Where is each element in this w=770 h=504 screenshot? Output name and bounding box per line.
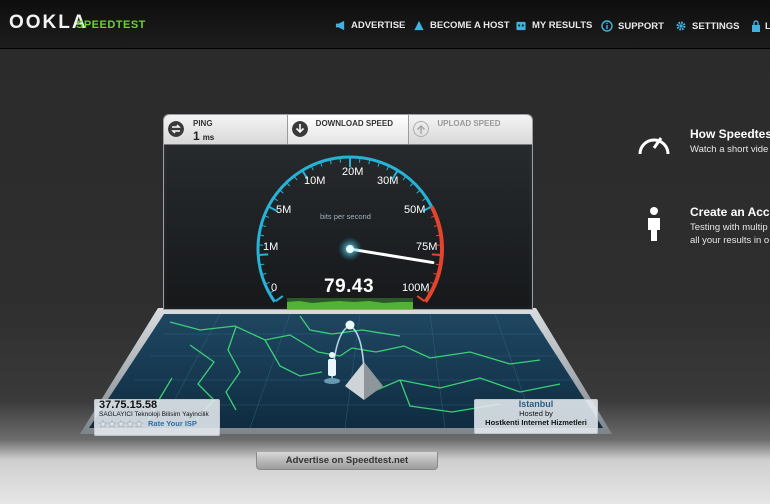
dial-tick — [435, 263, 440, 266]
dial-tick — [259, 234, 265, 237]
dial-tick — [435, 234, 441, 237]
client-isp: SAGLAYICI Teknoloji Bilisim Yayincilik — [99, 411, 209, 418]
connection-pulse — [345, 320, 355, 330]
server-host-name: Hostkenti Internet Hizmetleri — [485, 418, 587, 427]
rate-isp-link[interactable]: Rate Your ISP — [148, 419, 197, 428]
rating-stars[interactable] — [99, 419, 144, 428]
dial-tick — [294, 176, 298, 181]
rating-star-icon[interactable] — [126, 419, 134, 428]
server-info-box: Istanbul Hosted by Hostkenti Internet Hi… — [474, 399, 598, 434]
units-label: bits per second — [320, 212, 371, 221]
dial-tick — [386, 166, 389, 171]
dial-tick — [416, 190, 421, 194]
dial-tick — [368, 160, 371, 165]
tick-100m: 100M — [402, 282, 430, 294]
dial-tick — [416, 295, 426, 303]
rating-star-icon[interactable] — [108, 419, 116, 428]
tick-0: 0 — [271, 282, 278, 294]
dial-tick — [260, 263, 265, 266]
dial-tick — [265, 215, 270, 218]
needle-hub — [346, 245, 354, 253]
tick-20m: 20M — [342, 166, 364, 178]
rate-isp-row[interactable]: Rate Your ISP — [99, 419, 215, 428]
rating-star-icon[interactable] — [117, 419, 125, 428]
current-speed-value: 79.43 — [324, 276, 375, 297]
server-hosted-by-label: Hosted by — [519, 409, 553, 418]
dial-tick — [311, 166, 314, 171]
tick-1m: 1M — [263, 241, 279, 253]
rating-star-icon[interactable] — [99, 419, 107, 428]
dial-tick — [320, 162, 323, 167]
dial-tick — [329, 160, 332, 165]
dial-tick — [402, 176, 406, 181]
tick-5m: 5M — [276, 204, 292, 216]
dial-tick — [430, 281, 435, 285]
dial-tick — [409, 182, 414, 187]
advertise-on-speedtest-button[interactable]: Advertise on Speedtest.net — [256, 452, 438, 470]
tick-10m: 10M — [304, 175, 326, 187]
client-info-box: 37.75.15.58 SAGLAYICI Teknoloji Bilisim … — [94, 399, 220, 436]
tick-30m: 30M — [377, 175, 399, 187]
dial-tick — [431, 253, 441, 256]
dial-tick — [377, 162, 380, 167]
dial-tick — [265, 281, 270, 285]
dial-tick — [274, 295, 284, 303]
dial-tick — [422, 198, 426, 202]
dial-tick — [262, 272, 267, 275]
dial-tick — [286, 182, 291, 187]
server-city: Istanbul — [518, 399, 554, 409]
tick-75m: 75M — [416, 241, 438, 253]
tick-50m: 50M — [404, 204, 426, 216]
dial-tick — [279, 190, 284, 194]
dial-tick — [274, 198, 278, 202]
rating-star-icon[interactable] — [135, 419, 143, 428]
dial-tick — [259, 253, 269, 256]
dial-tick — [261, 224, 267, 227]
speedtest-gauge-panel: PING 1 ms DOWNLOAD SPEED UPLOAD SPEED bi… — [163, 114, 533, 310]
client-ip: 37.75.15.58 — [99, 399, 158, 411]
